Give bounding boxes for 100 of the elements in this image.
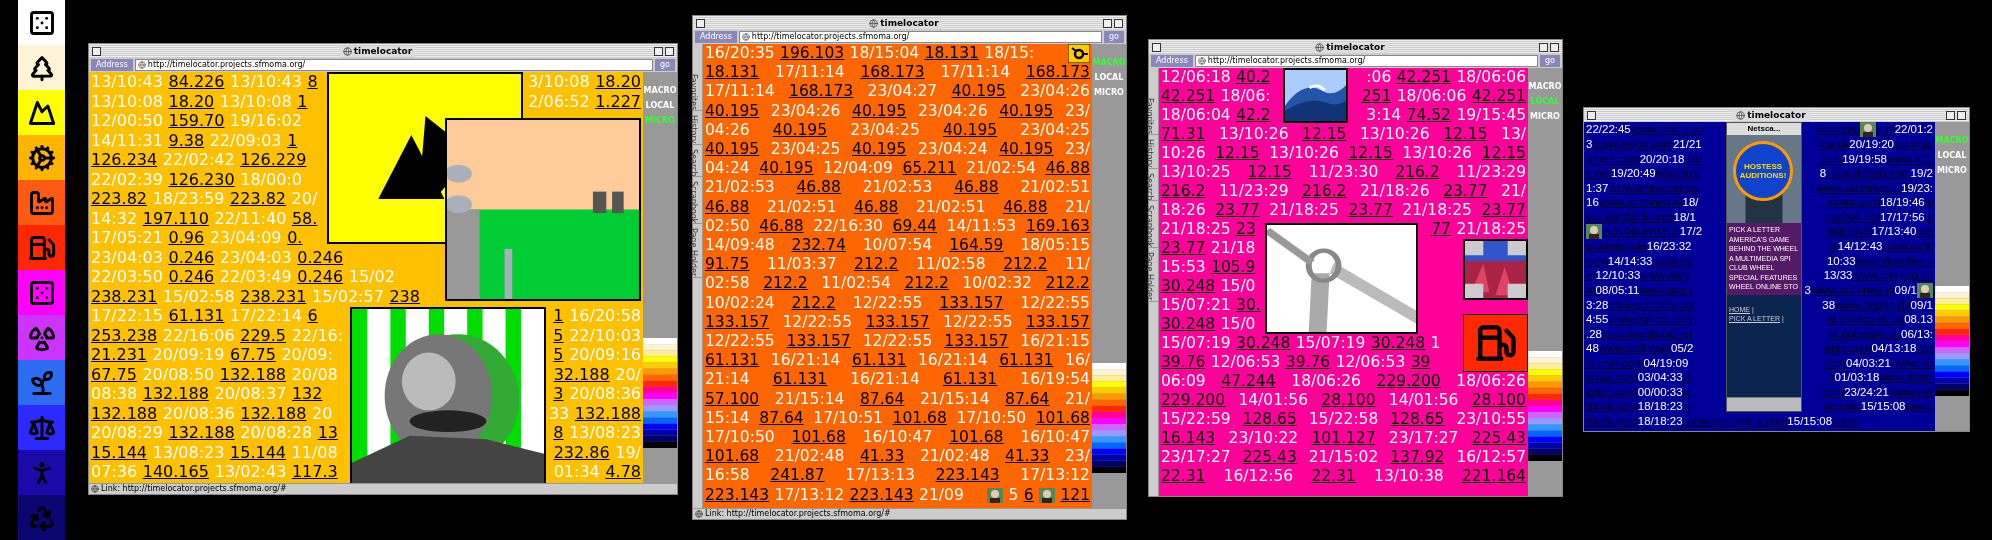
- value-link[interactable]: 42.2: [1236, 106, 1271, 125]
- value-link[interactable]: 40.195: [705, 101, 760, 121]
- value-link[interactable]: 126.234: [91, 150, 158, 170]
- value-link[interactable]: 223.143: [935, 466, 1000, 486]
- value-link[interactable]: 12.15: [1215, 144, 1260, 163]
- value-link[interactable]: 1: [553, 306, 564, 326]
- value-link[interactable]: 126.230: [168, 169, 235, 189]
- value-link[interactable]: 216.2: [1161, 182, 1206, 201]
- value-link[interactable]: 229.200: [1376, 372, 1441, 391]
- value-link[interactable]: 40.195: [951, 82, 1006, 102]
- value-link[interactable]: 225.43: [1242, 448, 1297, 467]
- value-link[interactable]: 159.70: [168, 111, 225, 131]
- value-link[interactable]: 196.103: [780, 44, 845, 64]
- close-box-icon[interactable]: [696, 18, 705, 28]
- value-link[interactable]: 61.131: [705, 351, 760, 371]
- value-link[interactable]: 67.75: [230, 345, 276, 365]
- side-tab[interactable]: Favorites: [1149, 98, 1158, 136]
- value-link[interactable]: 12.15: [1247, 163, 1292, 182]
- sidebar-button[interactable]: [18, 90, 65, 135]
- value-link[interactable]: 223.143: [849, 485, 914, 505]
- value-link[interactable]: 23.77: [1161, 239, 1206, 258]
- value-link[interactable]: 22.31: [1161, 467, 1206, 486]
- value-link[interactable]: 8: [307, 72, 318, 92]
- value-link[interactable]: 15.144: [91, 442, 147, 462]
- address-field[interactable]: http://timelocator.projects.sfmoma.org/: [1194, 55, 1538, 67]
- value-link[interactable]: 251: [1361, 87, 1392, 106]
- value-link[interactable]: 229.200: [1161, 391, 1226, 410]
- value-link[interactable]: 105.9: [1211, 258, 1256, 277]
- zoom-box-icon[interactable]: [654, 46, 674, 56]
- value-link[interactable]: 71.31: [1161, 125, 1206, 144]
- value-link[interactable]: 132.188: [142, 384, 209, 404]
- value-link[interactable]: 223.82: [91, 189, 147, 209]
- value-link[interactable]: 168.173: [789, 82, 854, 102]
- side-tab[interactable]: Favorites: [693, 74, 702, 112]
- value-link[interactable]: 128.65: [1242, 410, 1297, 429]
- value-link[interactable]: 101.68: [892, 408, 947, 429]
- value-link[interactable]: 28.100: [1471, 391, 1526, 410]
- value-link[interactable]: 13: [317, 423, 339, 443]
- value-link[interactable]: 232.74: [791, 236, 846, 256]
- value-link[interactable]: 221.164: [1461, 467, 1526, 486]
- value-link[interactable]: 41.33: [1005, 447, 1050, 467]
- zoom-box-icon[interactable]: [1103, 18, 1123, 28]
- value-link[interactable]: 8: [553, 423, 564, 443]
- value-link[interactable]: 87.64: [859, 389, 905, 409]
- value-link[interactable]: 18.20: [168, 91, 215, 111]
- value-link[interactable]: 1: [297, 91, 308, 111]
- value-link[interactable]: 18.20: [595, 72, 641, 92]
- value-link[interactable]: 23: [1236, 220, 1256, 239]
- value-link[interactable]: 42.251: [1396, 68, 1451, 87]
- address-field[interactable]: http://timelocator.projects.sfmoma.org/: [134, 59, 653, 71]
- value-link[interactable]: 65.211: [902, 159, 957, 179]
- value-link[interactable]: 133.157: [865, 312, 930, 333]
- value-link[interactable]: 23.77: [1348, 201, 1393, 220]
- value-link[interactable]: 39.76: [1161, 353, 1206, 372]
- value-link[interactable]: 128.65: [1390, 410, 1445, 429]
- value-link[interactable]: 61.131: [772, 370, 828, 390]
- value-link[interactable]: 101.68: [1035, 408, 1090, 429]
- value-link[interactable]: 0.246: [168, 247, 215, 267]
- zoom-box-icon[interactable]: [1539, 42, 1559, 52]
- value-link[interactable]: 12.15: [1443, 125, 1488, 144]
- value-link[interactable]: 101.68: [705, 447, 760, 467]
- value-link[interactable]: 39: [1410, 353, 1431, 372]
- value-link[interactable]: 121: [1060, 485, 1090, 505]
- value-link[interactable]: 133.157: [944, 332, 1009, 352]
- value-link[interactable]: 46.88: [759, 216, 804, 237]
- value-link[interactable]: 57.100: [705, 389, 760, 409]
- value-link[interactable]: 12.15: [1348, 144, 1393, 163]
- value-link[interactable]: 39.76: [1285, 353, 1331, 372]
- value-link[interactable]: 23.77: [1443, 182, 1488, 201]
- value-link[interactable]: 225.43: [1471, 429, 1526, 448]
- value-link[interactable]: 216.2: [1302, 182, 1347, 201]
- address-field[interactable]: http://timelocator.projects.sfmoma.org/: [738, 31, 1102, 43]
- value-link[interactable]: 101.68: [949, 428, 1004, 448]
- value-link[interactable]: 3: [553, 384, 564, 404]
- value-link[interactable]: 0.96: [168, 228, 205, 248]
- value-link[interactable]: 30.248: [1161, 277, 1216, 296]
- value-link[interactable]: 238.231: [240, 286, 307, 306]
- value-link[interactable]: 23.77: [1481, 201, 1526, 220]
- side-tab[interactable]: Search: [693, 148, 702, 178]
- sidebar-button[interactable]: [18, 270, 65, 315]
- value-link[interactable]: 101.68: [791, 428, 846, 448]
- value-link[interactable]: 212.2: [1003, 255, 1048, 275]
- value-link[interactable]: 132: [291, 384, 323, 404]
- value-link[interactable]: 77: [1431, 220, 1451, 239]
- value-link[interactable]: 61.131: [942, 370, 998, 390]
- value-link[interactable]: 6: [1023, 485, 1034, 505]
- value-link[interactable]: 40.195: [759, 159, 814, 179]
- value-link[interactable]: 40.195: [999, 101, 1054, 121]
- value-link[interactable]: 132.188: [219, 364, 287, 384]
- value-link[interactable]: 46.88: [796, 178, 841, 198]
- value-link[interactable]: 46.88: [705, 197, 750, 217]
- value-link[interactable]: 212.2: [1045, 274, 1090, 294]
- value-link[interactable]: 133.157: [1025, 312, 1090, 333]
- value-link[interactable]: 28.100: [1321, 391, 1376, 410]
- value-link[interactable]: 32.188: [553, 364, 610, 384]
- value-link[interactable]: 15.144: [230, 442, 286, 462]
- value-link[interactable]: 4.78: [605, 462, 641, 482]
- value-link[interactable]: 1.227: [595, 91, 641, 111]
- value-link[interactable]: 137.92: [1390, 448, 1445, 467]
- value-link[interactable]: 61.131: [168, 306, 225, 326]
